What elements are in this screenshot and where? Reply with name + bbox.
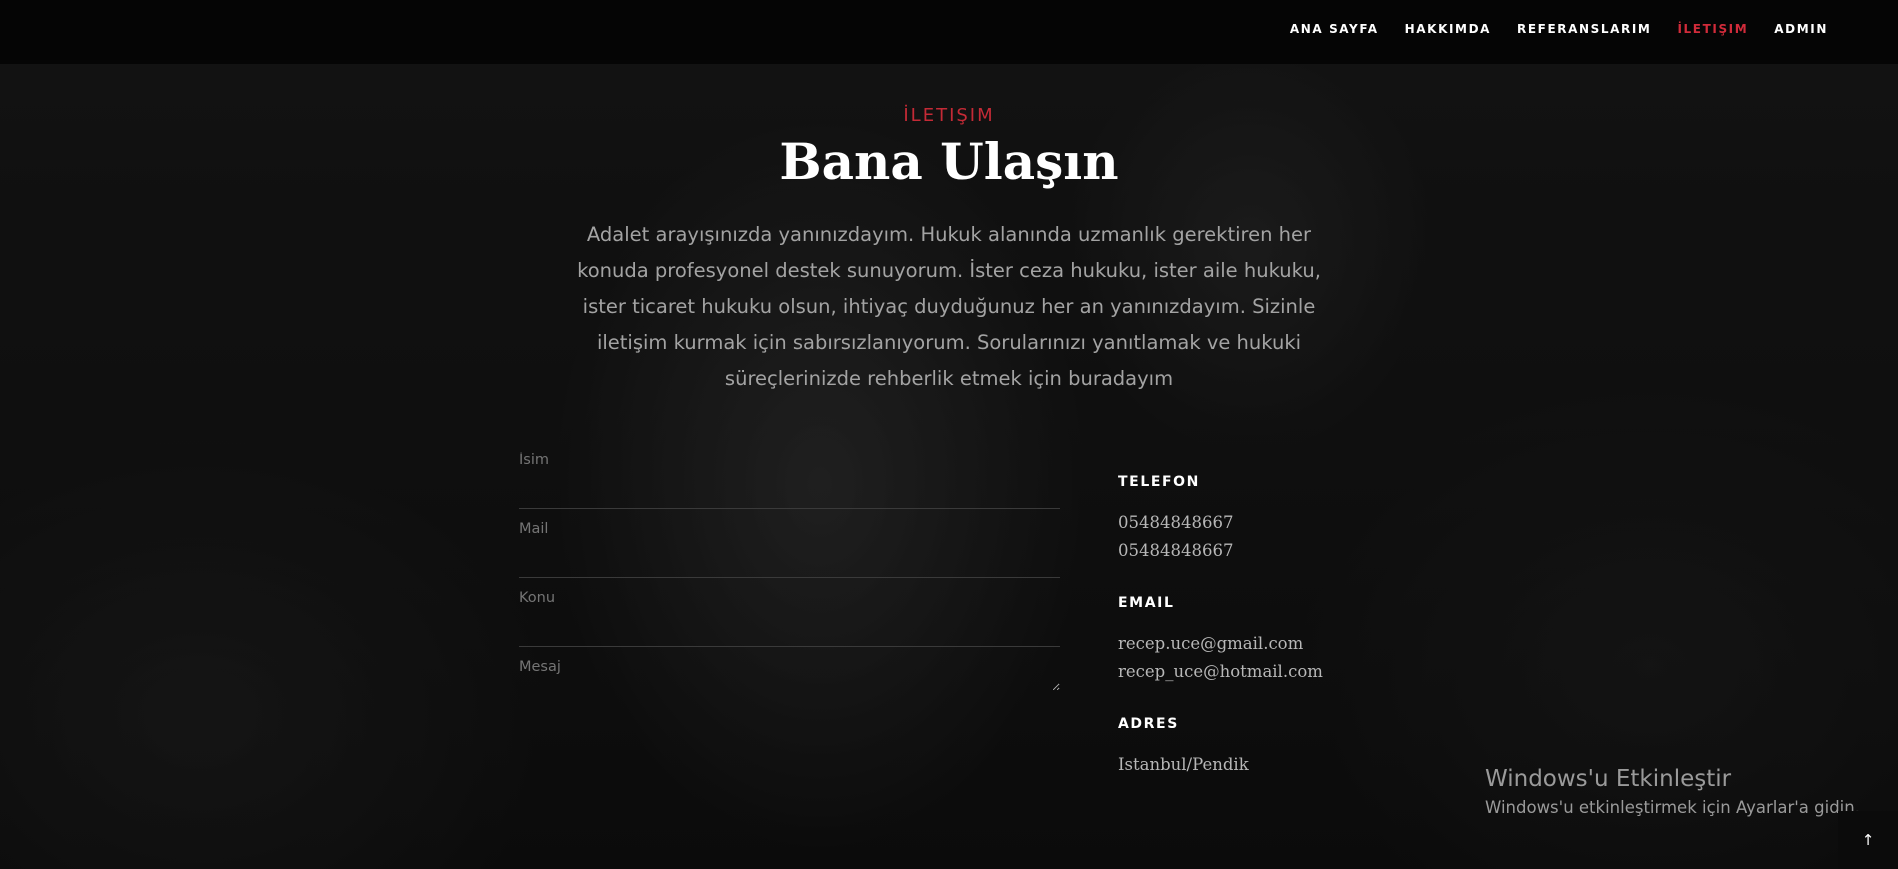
section-eyebrow: İLETIŞIM [903, 105, 995, 126]
section-intro: Adalet arayışınızda yanınızdayım. Hukuk … [577, 223, 1321, 390]
scroll-to-top-button[interactable]: ↑ [1838, 811, 1898, 869]
address-line-1: Istanbul/Pendik [1118, 755, 1249, 774]
address-heading: ADRES [1118, 716, 1179, 732]
nav-item-admin: ADMIN [1774, 20, 1828, 38]
email-block: EMAIL recep.uce@gmail.com recep_uce@hotm… [1118, 595, 1418, 686]
arrow-up-icon: ↑ [1861, 831, 1875, 849]
section-title: Bana Ulaşın [779, 132, 1119, 191]
nav-link-admin[interactable]: ADMIN [1774, 22, 1828, 36]
nav-link-hakkimda[interactable]: HAKKIMDA [1405, 22, 1491, 36]
nav-item-ana-sayfa: ANA SAYFA [1290, 20, 1379, 38]
address-block: ADRES Istanbul/Pendik [1118, 716, 1418, 779]
watermark-title: Windows'u Etkinleştir [1485, 766, 1732, 792]
windows-activation-watermark: Windows'u Etkinleştir Windows'u etkinleş… [1485, 766, 1860, 817]
navbar: ANA SAYFA HAKKIMDA REFERANSLARIM İLETIŞI… [0, 0, 1898, 64]
message-textarea[interactable] [519, 659, 1060, 691]
nav-item-hakkimda: HAKKIMDA [1405, 20, 1491, 38]
nav-link-iletisim[interactable]: İLETIŞIM [1677, 22, 1748, 36]
name-input[interactable] [519, 452, 1060, 468]
nav-menu: ANA SAYFA HAKKIMDA REFERANSLARIM İLETIŞI… [1290, 20, 1828, 38]
mail-input[interactable] [519, 521, 1060, 537]
mail-field-wrapper [519, 509, 1060, 578]
contact-form [519, 440, 1060, 737]
subject-field-wrapper [519, 578, 1060, 647]
email-heading: EMAIL [1118, 595, 1175, 611]
contact-info: TELEFON 05484848667 05484848667 EMAIL re… [1118, 474, 1418, 809]
phone-heading: TELEFON [1118, 474, 1200, 490]
phone-line-2: 05484848667 [1118, 541, 1234, 560]
email-line-2: recep_uce@hotmail.com [1118, 662, 1323, 681]
nav-item-referanslarim: REFERANSLARIM [1517, 20, 1651, 38]
nav-item-iletisim: İLETIŞIM [1677, 20, 1748, 38]
subject-input[interactable] [519, 590, 1060, 606]
email-line-1: recep.uce@gmail.com [1118, 634, 1304, 653]
nav-link-ana-sayfa[interactable]: ANA SAYFA [1290, 22, 1379, 36]
message-field-wrapper [519, 647, 1060, 737]
watermark-subtitle: Windows'u etkinleştirmek için Ayarlar'a … [1485, 798, 1860, 817]
nav-link-referanslarim[interactable]: REFERANSLARIM [1517, 22, 1651, 36]
phone-block: TELEFON 05484848667 05484848667 [1118, 474, 1418, 565]
phone-line-1: 05484848667 [1118, 513, 1234, 532]
name-field-wrapper [519, 440, 1060, 509]
